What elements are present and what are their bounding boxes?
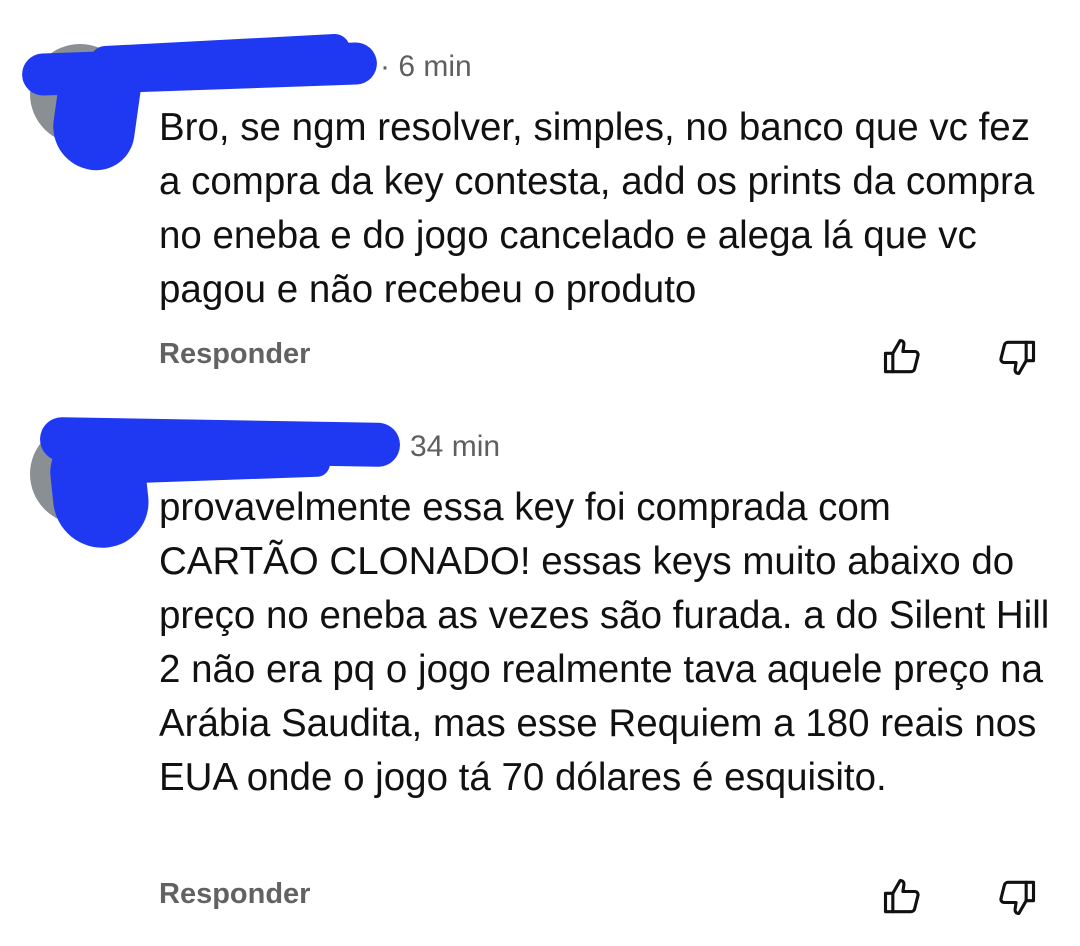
comment-1: · 6 min Bro, se ngm resolver, simples, n… <box>0 0 1080 400</box>
comment-2: 34 min provavelmente essa key foi compra… <box>0 400 1080 946</box>
thumbs-up-icon[interactable] <box>880 335 924 379</box>
reply-button[interactable]: Responder <box>159 338 310 371</box>
thumbs-down-icon[interactable] <box>995 875 1039 919</box>
comment-text: Bro, se ngm resolver, simples, no banco … <box>159 106 1035 311</box>
redaction-mark <box>45 423 154 553</box>
thumbs-down-icon[interactable] <box>995 335 1039 379</box>
comment-text: provavelmente essa key foi comprada com … <box>159 486 1050 799</box>
comment-timestamp: 34 min <box>410 430 501 463</box>
thumbs-up-icon[interactable] <box>880 875 924 919</box>
reply-button[interactable]: Responder <box>159 878 310 911</box>
comment-timestamp: · 6 min <box>380 50 472 83</box>
